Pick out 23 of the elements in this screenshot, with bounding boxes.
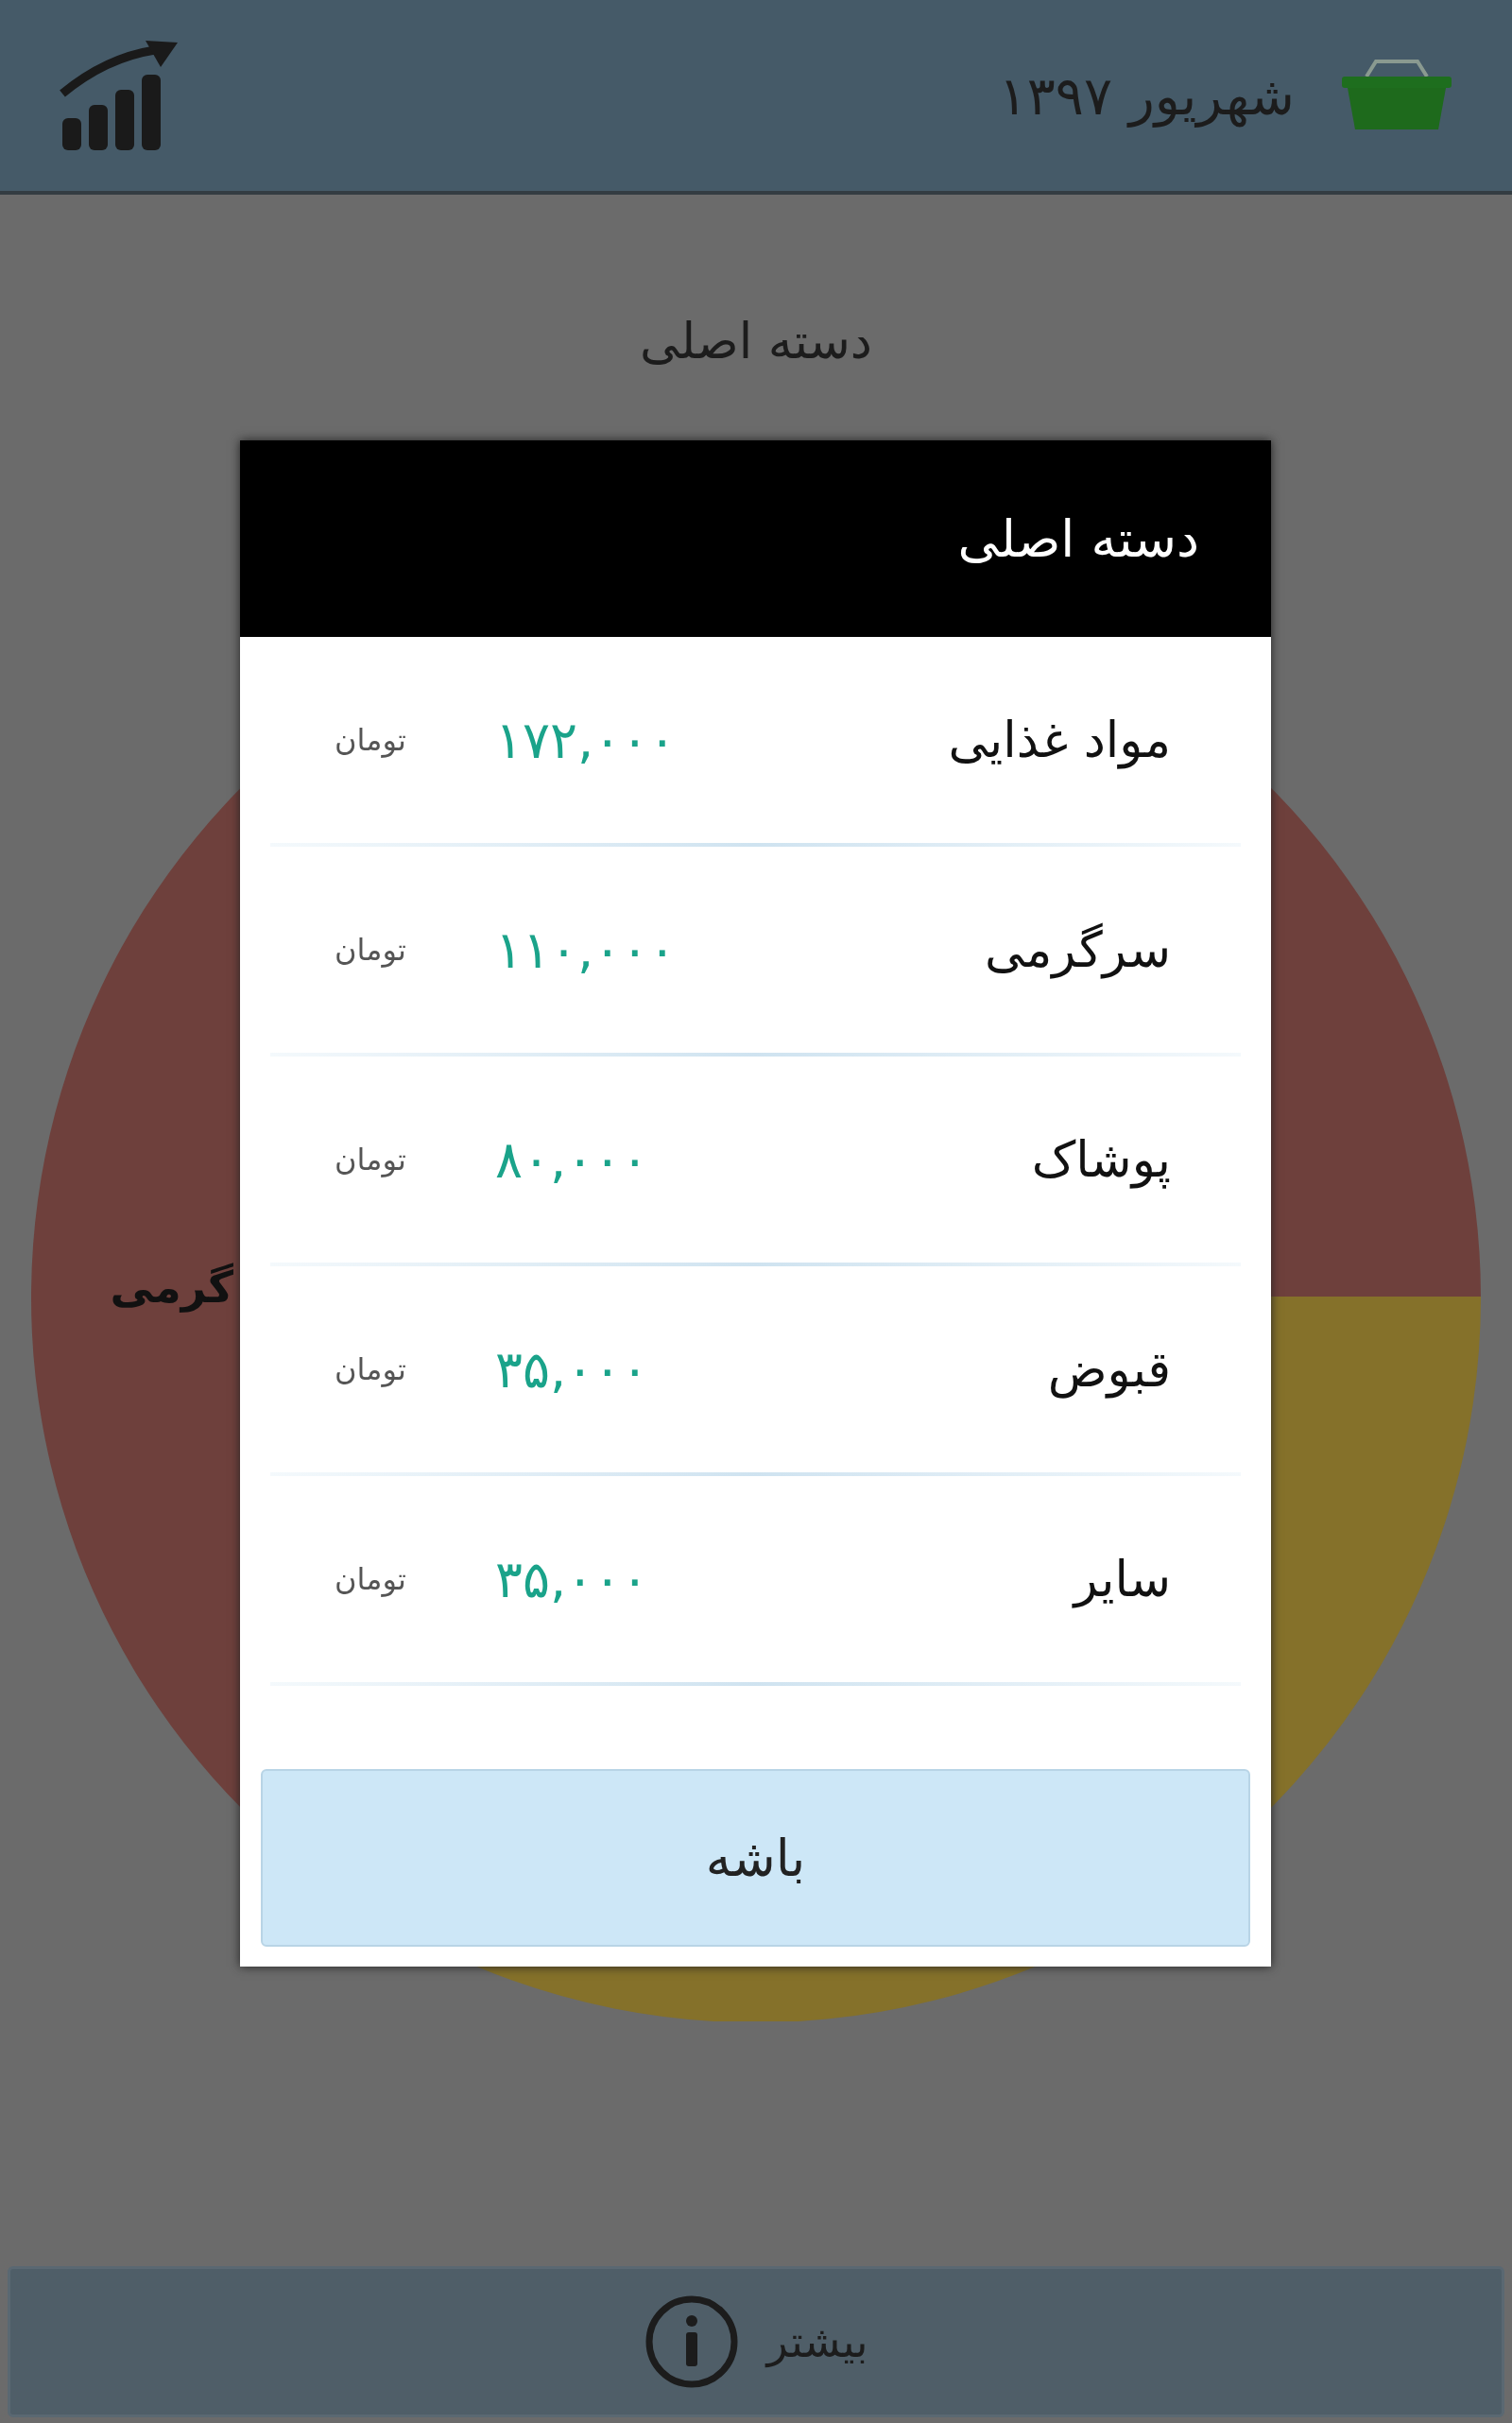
- basket-icon: [1340, 60, 1453, 131]
- dialog-title: دسته اصلی: [957, 508, 1199, 569]
- month-title: شهریور ۱۳۹۷: [998, 64, 1295, 127]
- chart-icon[interactable]: [59, 39, 180, 152]
- slice-label: گرمی: [110, 1262, 233, 1313]
- currency-label: تومان: [335, 722, 407, 758]
- amount: ۳۵,۰۰۰: [495, 1339, 650, 1400]
- currency-label: تومان: [335, 932, 407, 968]
- amount: ۱۷۲,۰۰۰: [495, 710, 678, 770]
- currency-label: تومان: [335, 1561, 407, 1597]
- category-name: سایر: [1071, 1551, 1171, 1607]
- category-name: قبوض: [1046, 1341, 1171, 1398]
- category-name: مواد غذایی: [947, 712, 1171, 768]
- amount: ۱۱۰,۰۰۰: [495, 919, 678, 980]
- ok-button[interactable]: باشه: [261, 1769, 1250, 1947]
- currency-label: تومان: [335, 1142, 407, 1177]
- page-title: دسته اصلی: [640, 313, 872, 369]
- category-name: پوشاک: [1030, 1131, 1171, 1188]
- info-icon: [644, 2294, 739, 2389]
- amount: ۳۵,۰۰۰: [495, 1549, 650, 1609]
- amount: ۸۰,۰۰۰: [495, 1129, 650, 1190]
- category-name: سرگرمی: [984, 921, 1171, 978]
- currency-label: تومان: [335, 1351, 407, 1387]
